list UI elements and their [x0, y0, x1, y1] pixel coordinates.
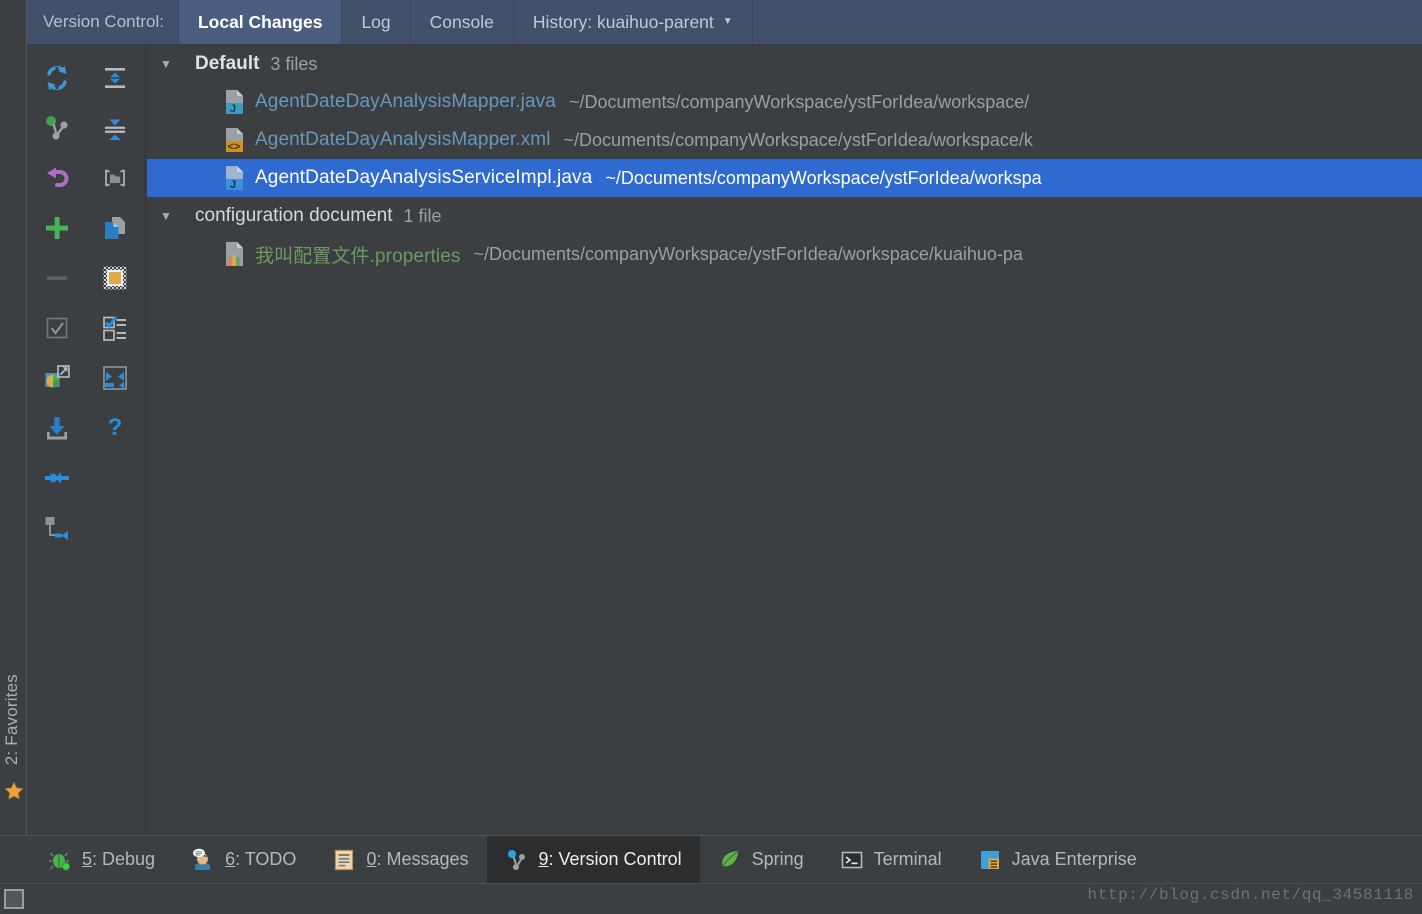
- changelist-file-count: 3 files: [270, 53, 318, 74]
- file-path: ~/Documents/companyWorkspace/ystForIdea/…: [605, 167, 1042, 188]
- tool-window-debug-label: 5: Debug: [82, 849, 156, 869]
- table-row[interactable]: J AgentDateDayAnalysisMapper.java ~/Docu…: [147, 83, 1422, 121]
- svg-text:?: ?: [108, 414, 123, 441]
- spring-leaf-icon: [718, 848, 742, 872]
- file-name: 我叫配置文件.properties: [255, 245, 461, 267]
- tab-history-label: History: kuaihuo-parent: [532, 11, 714, 32]
- expand-all-icon[interactable]: [90, 53, 140, 103]
- changelist-name: Default: [195, 53, 260, 74]
- table-row[interactable]: 我叫配置文件.properties ~/Documents/companyWor…: [147, 235, 1422, 273]
- changes-toolbar-rail: ?: [28, 45, 146, 831]
- help-icon[interactable]: ?: [90, 403, 140, 453]
- favorites-star-icon: [4, 781, 24, 801]
- tool-window-java-enterprise[interactable]: Java Enterprise: [960, 836, 1155, 883]
- favorites-tool-strip[interactable]: 2: Favorites: [0, 0, 27, 883]
- file-path: ~/Documents/companyWorkspace/ystForIdea/…: [563, 129, 1033, 150]
- tool-window-todo[interactable]: 6: TODO: [173, 836, 314, 883]
- svg-text:J: J: [230, 103, 236, 115]
- tabbar-tabs: Version Control: Local Changes Log Conso…: [27, 0, 753, 44]
- changelist-icon[interactable]: [90, 303, 140, 353]
- xml-file-icon: <>: [223, 126, 249, 154]
- file-path: ~/Documents/companyWorkspace/ystForIdea/…: [473, 243, 1023, 264]
- tabbar-empty-area: [751, 0, 1422, 44]
- java-enterprise-icon: [978, 848, 1002, 872]
- status-bar-toggle-icon[interactable]: [4, 889, 24, 909]
- remove-icon[interactable]: [32, 253, 82, 303]
- properties-file-icon: [223, 240, 249, 268]
- changelist-group-header[interactable]: ▼ configuration document 1 file: [147, 197, 1422, 235]
- tab-log[interactable]: Log: [341, 0, 411, 44]
- commit-icon[interactable]: [32, 403, 82, 453]
- svg-text:J: J: [230, 179, 236, 191]
- favorites-tool-label[interactable]: 2: Favorites: [2, 674, 22, 765]
- changelist-name: configuration document: [195, 205, 393, 226]
- version-control-title-text: Version Control:: [43, 12, 164, 31]
- terminal-icon: [840, 848, 864, 872]
- tab-console[interactable]: Console: [409, 0, 514, 44]
- messages-icon: [332, 848, 356, 872]
- changelist-group-header[interactable]: ▼ Default 3 files: [147, 45, 1422, 83]
- ignore-icon[interactable]: [90, 253, 140, 303]
- tab-local-changes[interactable]: Local Changes: [177, 0, 343, 44]
- tool-window-spring[interactable]: Spring: [700, 836, 822, 883]
- tool-window-bar: 5: Debug 6: TODO 0: Messages 9: Version …: [0, 835, 1422, 883]
- collapse-arrows-icon[interactable]: [32, 453, 82, 503]
- version-control-icon: [505, 848, 529, 872]
- java-file-icon: J: [223, 88, 249, 116]
- toolbar-column-left: [32, 53, 82, 553]
- tool-window-version-control[interactable]: 9: Version Control: [486, 836, 700, 883]
- tool-window-messages[interactable]: 0: Messages: [314, 836, 486, 883]
- tool-window-todo-label: 6: TODO: [225, 849, 297, 869]
- collapse-all-icon[interactable]: [90, 103, 140, 153]
- revert-selection-icon[interactable]: [90, 353, 140, 403]
- table-row[interactable]: <> AgentDateDayAnalysisMapper.xml ~/Docu…: [147, 121, 1422, 159]
- tool-window-spring-label: Spring: [751, 849, 804, 869]
- show-diff-icon[interactable]: [32, 103, 82, 153]
- tab-log-label: Log: [361, 11, 391, 32]
- todo-person-icon: [191, 848, 215, 872]
- tab-history[interactable]: History: kuaihuo-parent ▼: [512, 0, 753, 44]
- add-icon[interactable]: [32, 203, 82, 253]
- tool-window-bar-spacer: [0, 836, 30, 883]
- tab-local-changes-label: Local Changes: [197, 11, 323, 32]
- tool-window-debug[interactable]: 5: Debug: [30, 836, 173, 883]
- chevron-down-icon[interactable]: ▼: [723, 17, 733, 27]
- tool-window-terminal-label: Terminal: [873, 849, 942, 869]
- chevron-down-icon[interactable]: ▼: [155, 58, 177, 70]
- checkbox-icon[interactable]: [32, 303, 82, 353]
- local-changes-tree[interactable]: ▼ Default 3 files J AgentDateDayAnalysis…: [147, 45, 1422, 831]
- changelist-file-count: 1 file: [403, 205, 442, 226]
- idea-version-control-window: 2: Favorites Version Control: Local Chan…: [0, 0, 1422, 914]
- file-name: AgentDateDayAnalysisServiceImpl.java: [255, 167, 593, 188]
- shelve-icon[interactable]: [32, 353, 82, 403]
- version-control-tabbar: Version Control: Local Changes Log Conso…: [27, 0, 1422, 45]
- tool-window-version-control-label: 9: Version Control: [538, 849, 682, 869]
- chevron-down-icon[interactable]: ▼: [155, 210, 177, 222]
- group-by-directory-icon[interactable]: [90, 153, 140, 203]
- favorites-label-text: 2: Favorites: [2, 673, 21, 765]
- java-file-icon: J: [223, 164, 249, 192]
- debug-bug-icon: [48, 848, 72, 872]
- toolbar-column-right: ?: [90, 53, 140, 453]
- svg-text:<>: <>: [228, 141, 241, 153]
- rollback-icon[interactable]: [32, 153, 82, 203]
- version-control-title: Version Control:: [27, 0, 178, 44]
- file-name: AgentDateDayAnalysisMapper.java: [255, 91, 556, 112]
- table-row[interactable]: J AgentDateDayAnalysisServiceImpl.java ~…: [147, 159, 1422, 197]
- move-to-changelist-icon[interactable]: [32, 503, 82, 553]
- file-path: ~/Documents/companyWorkspace/ystForIdea/…: [568, 91, 1030, 112]
- tool-window-messages-label: 0: Messages: [366, 849, 469, 869]
- watermark-url: http://blog.csdn.net/qq_34581118: [1087, 886, 1414, 904]
- tab-console-label: Console: [429, 11, 494, 32]
- copy-icon[interactable]: [90, 203, 140, 253]
- file-name: AgentDateDayAnalysisMapper.xml: [255, 129, 551, 150]
- status-bar: http://blog.csdn.net/qq_34581118: [0, 883, 1422, 914]
- tool-window-java-enterprise-label: Java Enterprise: [1011, 849, 1137, 869]
- tool-window-terminal[interactable]: Terminal: [822, 836, 960, 883]
- refresh-icon[interactable]: [32, 53, 82, 103]
